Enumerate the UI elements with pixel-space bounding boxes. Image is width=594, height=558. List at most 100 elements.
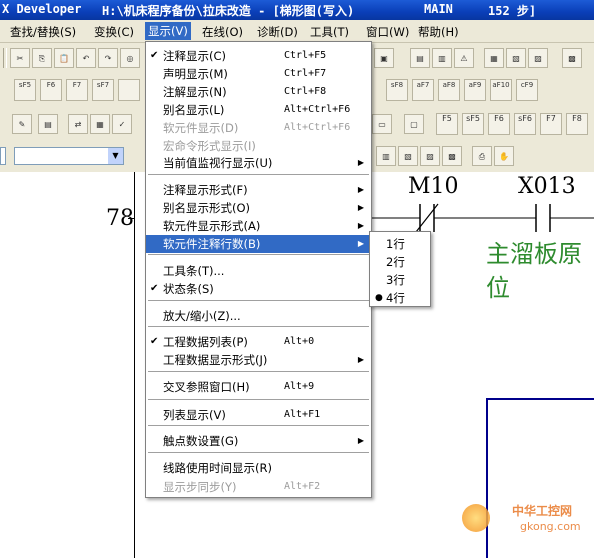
comment-lines-option[interactable]: 2行 (370, 253, 430, 271)
grid-icon[interactable]: ▨ (528, 48, 548, 68)
paste-icon[interactable]: 📋 (54, 48, 74, 68)
view-menu-item[interactable]: 线路使用时间显示(R) (146, 459, 371, 477)
ladder-symbol-button[interactable] (118, 79, 140, 101)
monitor-stop-icon[interactable]: ▧ (398, 146, 418, 166)
verify-icon[interactable]: ✓ (112, 114, 132, 134)
copy-icon[interactable]: ⎘ (32, 48, 52, 68)
monitor-icon[interactable]: ▣ (374, 48, 394, 68)
submenu-arrow-icon: ▶ (357, 355, 364, 364)
ladder-symbol-button[interactable]: aF9 (464, 79, 486, 101)
cut-icon[interactable]: ✂ (10, 48, 30, 68)
instruction-button[interactable]: F8 (566, 113, 588, 135)
view-menu-item-label: 宏命令形式显示(I) (163, 139, 256, 153)
program-icon[interactable]: ▤ (38, 114, 58, 134)
device-combo[interactable]: ▼ (14, 147, 124, 165)
window-icon[interactable]: ▭ (372, 114, 392, 134)
ladder-symbol-button[interactable]: F7 (66, 79, 88, 101)
list-icon[interactable]: ▧ (506, 48, 526, 68)
ladder-symbol-button[interactable]: aF8 (438, 79, 460, 101)
frame-icon[interactable]: ▢ (404, 114, 424, 134)
view-menu-dropdown: ✔ 注释显示(C) Ctrl+F5 声明显示(M) Ctrl+F7 注解显示(N) Ctrl… (145, 41, 372, 498)
view-menu-item[interactable]: 软元件显示形式(A) ▶ (146, 217, 371, 235)
file-path: H:\机床程序备份\拉床改造 - [梯形图(写入) (102, 4, 355, 18)
ladder-symbol-button[interactable]: sF8 (386, 79, 408, 101)
menu-find-replace[interactable]: 查找/替换(S) (10, 24, 76, 40)
step-icon[interactable]: ▦ (484, 48, 504, 68)
ladder-symbol-button[interactable]: sF7 (92, 79, 114, 101)
chevron-down-icon[interactable]: ▼ (108, 148, 123, 164)
print-icon[interactable]: ⎙ (472, 146, 492, 166)
view-menu-item[interactable]: ✔ 注释显示(C) Ctrl+F5 (146, 47, 371, 65)
monitor-read-icon[interactable]: ▩ (442, 146, 462, 166)
contact-no-shift-button[interactable]: sF5 (462, 113, 484, 135)
view-menu-item-shortcut: Alt+F2 (284, 481, 321, 492)
combo-left[interactable] (0, 147, 6, 165)
view-menu-item[interactable]: 注解显示(N) Ctrl+F8 (146, 83, 371, 101)
view-menu-item[interactable]: 当前值监视行显示(U) ▶ (146, 154, 371, 172)
write-icon[interactable]: ▤ (410, 48, 430, 68)
contact-nc-button[interactable]: F6 (488, 113, 510, 135)
view-menu-item[interactable]: 软元件注释行数(B) ▶ (146, 235, 371, 253)
view-menu-item[interactable]: 放大/缩小(Z)... (146, 307, 371, 325)
comment-lines-option-label: 1行 (386, 237, 405, 251)
monitor-start-icon[interactable]: ▥ (376, 146, 396, 166)
view-menu-item-label: 软元件显示形式(A) (163, 219, 261, 233)
view-menu-item[interactable]: 别名显示(L) Alt+Ctrl+F6 (146, 101, 371, 119)
device-comment-line2: 位 (486, 274, 510, 302)
view-menu-item-label: 放大/缩小(Z)... (163, 309, 241, 323)
ladder-symbol-button[interactable]: sF5 (14, 79, 36, 101)
menu-diagnostics[interactable]: 诊断(D) (257, 24, 298, 40)
menu-separator (148, 452, 369, 454)
read-icon[interactable]: ▥ (432, 48, 452, 68)
undo-icon[interactable]: ↶ (76, 48, 96, 68)
submenu-arrow-icon: ▶ (357, 221, 364, 230)
menu-tools[interactable]: 工具(T) (310, 24, 349, 40)
menu-bar: 查找/替换(S) 变换(C) 显示(V) 在线(O) 诊断(D) 工具(T) 窗… (0, 20, 594, 43)
view-menu-item[interactable]: 注释显示形式(F) ▶ (146, 181, 371, 199)
view-menu-item-label: 注释显示(C) (163, 49, 227, 63)
hand-icon[interactable]: ✋ (494, 146, 514, 166)
view-menu-item: 显示步同步(Y) Alt+F2 (146, 478, 371, 496)
view-menu-item[interactable]: 工程数据显示形式(J) ▶ (146, 351, 371, 369)
watermark-domain: gkong.com (520, 520, 581, 533)
contact-label-x013: X013 (518, 174, 576, 199)
contact-no-button[interactable]: F5 (436, 113, 458, 135)
contact-nc-shift-button[interactable]: sF6 (514, 113, 536, 135)
menu-separator (148, 371, 369, 373)
compile-icon[interactable]: ▦ (90, 114, 110, 134)
checkmark-icon: ✔ (150, 50, 159, 61)
comment-lines-option[interactable]: ● 4行 (370, 289, 430, 307)
menu-window[interactable]: 窗口(W) (366, 24, 409, 40)
ladder-symbol-button[interactable]: aF7 (412, 79, 434, 101)
view-menu-item[interactable]: 触点数设置(G) ▶ (146, 432, 371, 450)
edit-icon[interactable]: ✎ (12, 114, 32, 134)
view-menu-item[interactable]: ✔ 工程数据列表(P) Alt+0 (146, 333, 371, 351)
ladder-symbol-button[interactable]: aF10 (490, 79, 512, 101)
view-menu-item-label: 列表显示(V) (163, 408, 226, 422)
find-icon[interactable]: ◎ (120, 48, 140, 68)
comment-lines-option[interactable]: 3行 (370, 271, 430, 289)
view-menu-item[interactable]: 声明显示(M) Ctrl+F7 (146, 65, 371, 83)
error-check-icon[interactable]: ⚠ (454, 48, 474, 68)
view-menu-item-label: 软元件显示(D) (163, 121, 239, 135)
options-icon[interactable]: ▩ (562, 48, 582, 68)
step-count: 152 步] (488, 4, 537, 18)
view-menu-item[interactable]: 交叉参照窗口(H) Alt+9 (146, 378, 371, 396)
comment-lines-option[interactable]: 1行 (370, 235, 430, 253)
view-menu-item[interactable]: 工具条(T)... (146, 262, 371, 280)
view-menu-item[interactable]: ✔ 状态条(S) (146, 280, 371, 298)
menu-help[interactable]: 帮助(H) (418, 24, 459, 40)
menu-view[interactable]: 显示(V) (145, 22, 191, 40)
menu-online[interactable]: 在线(O) (202, 24, 243, 40)
view-menu-item[interactable]: 别名显示形式(O) ▶ (146, 199, 371, 217)
coil-button[interactable]: F7 (540, 113, 562, 135)
ladder-symbol-button[interactable]: F6 (40, 79, 62, 101)
convert-icon[interactable]: ⇄ (68, 114, 88, 134)
view-menu-item[interactable]: 列表显示(V) Alt+F1 (146, 406, 371, 424)
submenu-arrow-icon: ▶ (357, 239, 364, 248)
view-menu-item-label: 触点数设置(G) (163, 434, 239, 448)
menu-convert[interactable]: 变换(C) (94, 24, 134, 40)
redo-icon[interactable]: ↷ (98, 48, 118, 68)
ladder-symbol-button[interactable]: cF9 (516, 79, 538, 101)
monitor-write-icon[interactable]: ▨ (420, 146, 440, 166)
